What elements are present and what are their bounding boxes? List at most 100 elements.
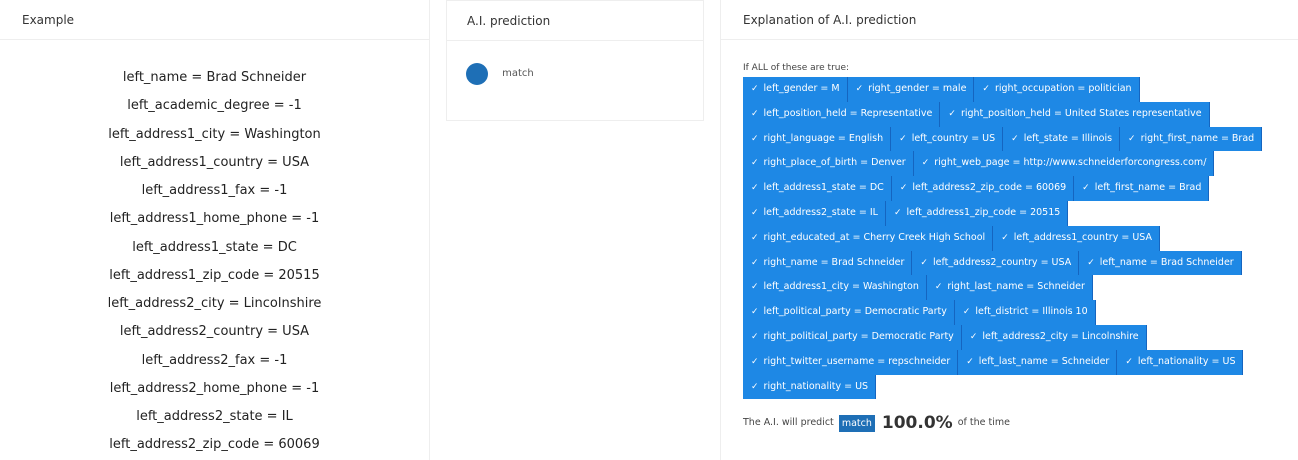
- condition-tag-label: left_first_name = Brad: [1094, 182, 1202, 194]
- check-icon: ✓: [893, 207, 902, 218]
- example-feature-line: left_address1_zip_code = 20515: [109, 267, 320, 283]
- summary-match-badge: match: [838, 414, 875, 432]
- condition-tag: ✓ right_language = English: [743, 126, 892, 152]
- example-feature-line: left_address2_country = USA: [119, 324, 310, 340]
- condition-tag: ✓ right_name = Brad Schneider: [743, 250, 913, 276]
- condition-tag-label: left_state = Illinois: [1023, 132, 1113, 144]
- example-feature-line: left_address2_state = IL: [136, 409, 293, 424]
- condition-tag-label: left_gender = M: [763, 83, 840, 94]
- example-feature-line: left_address2_zip_code = 60069: [109, 437, 320, 453]
- condition-tag-row: ✓ right_name = Brad Schneider ✓ left_addres…: [743, 250, 1298, 276]
- example-feature-line: left_address2_home_phone = -1: [109, 380, 320, 396]
- check-icon: ✓: [1128, 133, 1136, 144]
- check-icon: ✓: [855, 84, 864, 94]
- condition-tag: ✓ left_gender = M: [743, 77, 848, 102]
- condition-tag-label: right_place_of_birth = Denver: [763, 157, 906, 169]
- check-icon: ✓: [1125, 356, 1133, 367]
- condition-tag-label: left_address2_city = Lincolnshire: [982, 330, 1139, 342]
- condition-tag-row: ✓ right_educated_at = Cherry Creek High S…: [743, 225, 1298, 251]
- condition-tag: ✓ left_country = US: [891, 126, 1004, 152]
- condition-tag: ✓ left_address1_state = DC: [743, 176, 892, 201]
- example-title: Example: [0, 0, 429, 40]
- check-icon: ✓: [751, 108, 759, 119]
- check-icon: ✓: [1082, 183, 1090, 194]
- example-feature-line: left_address2_fax = -1: [141, 352, 288, 368]
- check-icon: ✓: [751, 381, 759, 392]
- condition-tag: ✓ left_address2_zip_code = 60069: [891, 176, 1075, 201]
- condition-tag-label: left_address1_state = DC: [763, 182, 884, 194]
- condition-tag-label: right_nationality = US: [763, 380, 869, 392]
- condition-tag-label: right_web_page = http://www.schneiderfor…: [934, 157, 1207, 169]
- check-icon: ✓: [899, 183, 908, 194]
- condition-tag-label: left_address2_state = IL: [763, 206, 878, 218]
- prediction-panel: A.I. prediction match: [446, 0, 704, 121]
- example-panel: Example left_name = Brad Schneider left_a…: [0, 0, 430, 460]
- prediction-summary: The A.I. will predict match 100.0% of th…: [743, 412, 1010, 434]
- condition-tag-label: left_address1_zip_code = 20515: [906, 206, 1061, 218]
- condition-tag: ✓ right_occupation = politician: [974, 77, 1140, 102]
- condition-tag: ✓ left_nationality = US: [1117, 349, 1244, 375]
- condition-tag-row: ✓ right_twitter_username = repschneider ✓ l…: [743, 349, 1298, 375]
- check-icon: ✓: [751, 331, 759, 342]
- condition-tag: ✓ left_political_party = Democratic Party: [743, 300, 955, 325]
- explanation-title: Explanation of A.I. prediction: [721, 0, 1298, 40]
- condition-tag-label: left_name = Brad Schneider: [1099, 256, 1234, 268]
- condition-tag-label: right_educated_at = Cherry Creek High Sc…: [763, 231, 986, 243]
- conditions-title: If ALL of these are true:: [743, 63, 850, 73]
- condition-tag: ✓ right_nationality = US: [743, 374, 877, 400]
- prediction-title: A.I. prediction: [447, 1, 703, 41]
- check-icon: ✓: [1011, 133, 1019, 144]
- condition-tag-row: ✓ left_address2_state = IL ✓ left_address1_…: [743, 200, 1298, 226]
- prediction-dot-icon: [466, 62, 488, 85]
- condition-tag-label: left_address1_country = USA: [1013, 231, 1152, 243]
- condition-tag-row: ✓ right_nationality = US: [743, 374, 1298, 400]
- check-icon: ✓: [751, 133, 759, 144]
- condition-tag: ✓ left_address1_zip_code = 20515: [885, 200, 1069, 226]
- check-icon: ✓: [751, 84, 759, 94]
- prediction-label: match: [502, 67, 534, 79]
- condition-tag-label: left_address1_city = Washington: [763, 281, 919, 293]
- condition-tag-row: ✓ right_political_party = Democratic Part…: [743, 324, 1298, 350]
- condition-tag: ✓ left_name = Brad Schneider: [1079, 250, 1242, 276]
- example-feature-line: left_address1_state = DC: [132, 239, 297, 255]
- condition-tag-row: ✓ left_gender = M ✓ right_gender = male ✓ rig…: [743, 77, 1298, 102]
- check-icon: ✓: [982, 84, 990, 94]
- check-icon: ✓: [966, 356, 974, 367]
- condition-tag-label: right_position_held = United States repr…: [960, 107, 1202, 119]
- condition-tag: ✓ right_last_name = Schneider: [926, 275, 1093, 301]
- condition-tag-label: right_first_name = Brad: [1140, 132, 1255, 144]
- check-icon: ✓: [969, 331, 978, 342]
- condition-tag: ✓ left_address2_state = IL: [743, 200, 886, 226]
- example-feature-line: left_academic_degree = -1: [127, 98, 302, 114]
- condition-tag-label: right_twitter_username = repschneider: [763, 355, 951, 367]
- explanation-panel: Explanation of A.I. prediction If ALL of…: [720, 0, 1298, 460]
- check-icon: ✓: [751, 158, 759, 169]
- check-icon: ✓: [751, 282, 759, 293]
- condition-tag-label: left_political_party = Democratic Party: [763, 306, 947, 318]
- condition-tag-label: left_country = US: [911, 132, 996, 144]
- check-icon: ✓: [948, 108, 956, 119]
- condition-tag: ✓ left_address1_country = USA: [993, 225, 1160, 251]
- condition-tag-label: right_gender = male: [868, 83, 967, 94]
- condition-tag-label: right_name = Brad Schneider: [763, 256, 905, 268]
- condition-tag: ✓ right_web_page = http://www.schneiderfo…: [913, 151, 1215, 177]
- condition-tag: ✓ left_state = Illinois: [1003, 126, 1121, 152]
- check-icon: ✓: [921, 158, 930, 169]
- condition-tag-label: left_last_name = Schneider: [978, 355, 1110, 367]
- condition-tag: ✓ left_address1_city = Washington: [743, 275, 927, 301]
- condition-tag-row: ✓ left_address1_city = Washington ✓ right_l…: [743, 275, 1298, 301]
- condition-tag-label: right_last_name = Schneider: [947, 281, 1085, 293]
- condition-tag: ✓ right_educated_at = Cherry Creek High S…: [743, 225, 994, 251]
- condition-tag-row: ✓ left_address1_state = DC ✓ left_address2_…: [743, 176, 1298, 201]
- condition-tag-label: left_address2_country = USA: [932, 256, 1072, 268]
- check-icon: ✓: [920, 257, 928, 268]
- example-feature-line: left_address2_city = Lincolnshire: [107, 296, 322, 311]
- condition-tag-label: left_address2_zip_code = 60069: [912, 182, 1067, 194]
- condition-tag-label: left_nationality = US: [1137, 355, 1236, 367]
- condition-tag: ✓ right_gender = male: [847, 77, 975, 102]
- condition-tag-row: ✓ left_political_party = Democratic Party…: [743, 300, 1298, 325]
- condition-tag: ✓ right_political_party = Democratic Part…: [743, 324, 962, 350]
- condition-tag-label: right_occupation = politician: [994, 83, 1132, 94]
- condition-tag: ✓ right_twitter_username = repschneider: [743, 349, 959, 375]
- condition-tag-label: right_political_party = Democratic Party: [763, 330, 954, 342]
